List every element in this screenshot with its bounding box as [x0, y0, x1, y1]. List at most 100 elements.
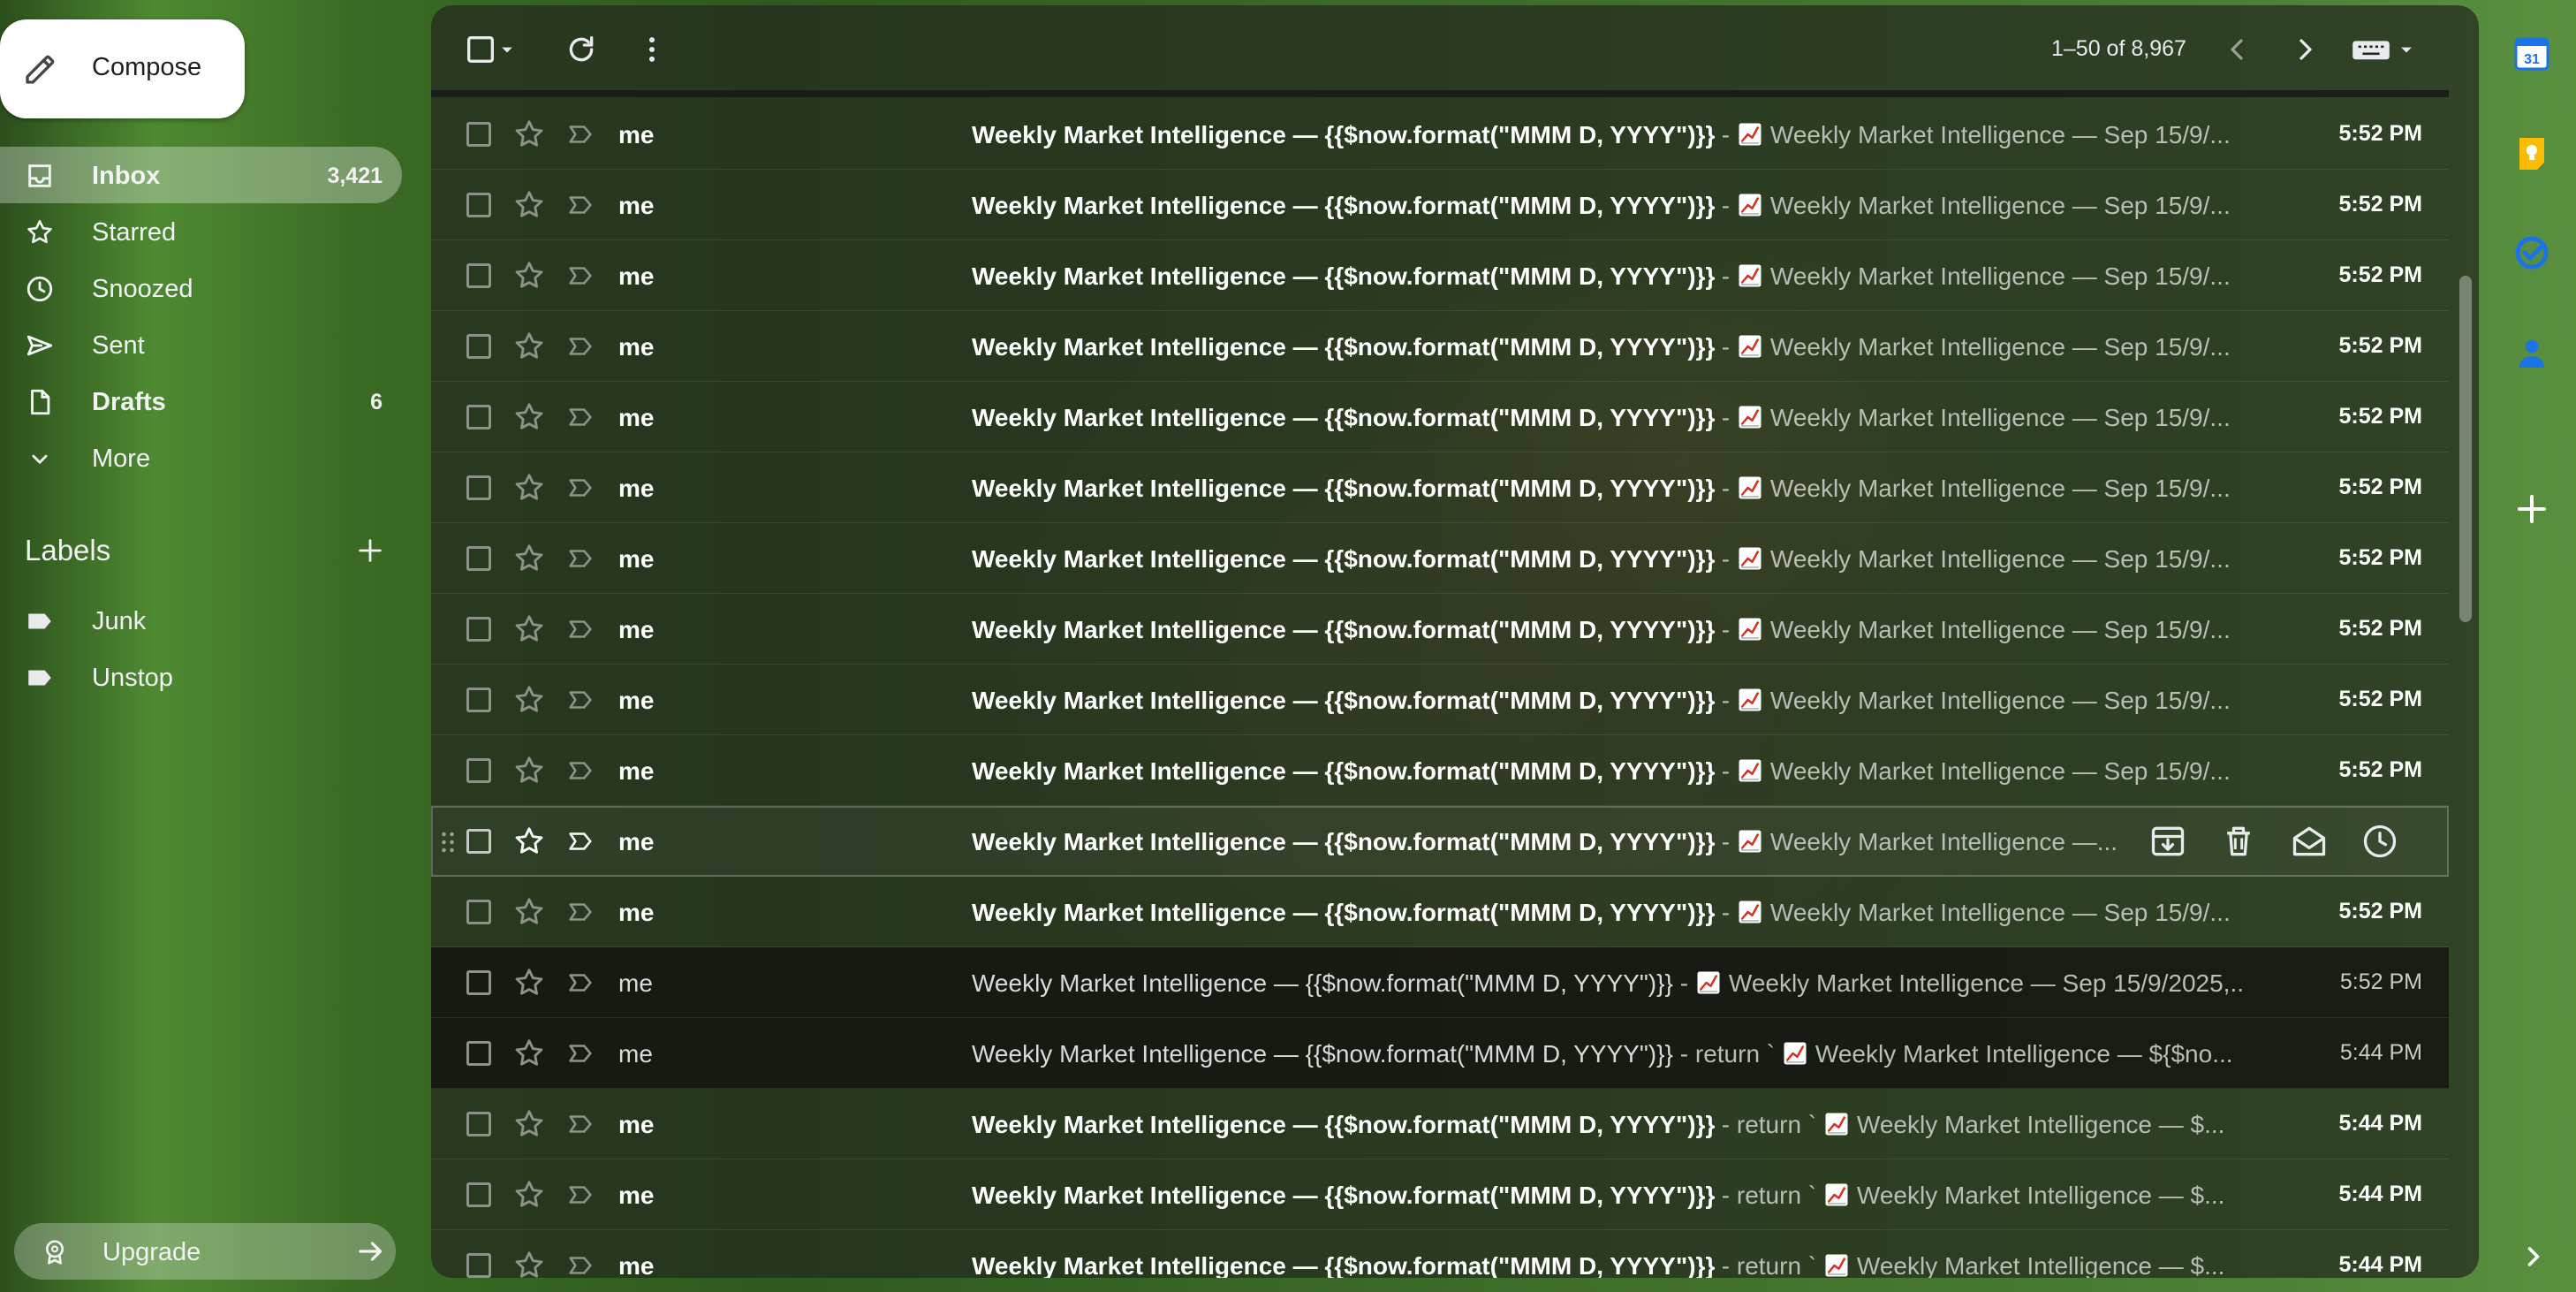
sidebar-label-junk[interactable]: Junk: [0, 592, 402, 649]
important-marker-icon[interactable]: [565, 119, 595, 149]
calendar-icon[interactable]: 31: [2511, 32, 2553, 74]
row-checkbox[interactable]: [466, 334, 491, 359]
important-marker-icon[interactable]: [565, 190, 595, 220]
important-marker-icon[interactable]: [565, 897, 595, 927]
important-marker-icon[interactable]: [565, 261, 595, 291]
row-checkbox[interactable]: [466, 1112, 491, 1136]
sidebar-label-unstop[interactable]: Unstop: [0, 649, 402, 705]
email-row[interactable]: me Weekly Market Intelligence — {{$now.fo…: [431, 523, 2449, 594]
mark-read-icon[interactable]: [2290, 822, 2329, 861]
chevron-right-icon[interactable]: [2288, 32, 2323, 67]
email-row[interactable]: me Weekly Market Intelligence — {{$now.fo…: [431, 947, 2449, 1018]
row-checkbox[interactable]: [466, 546, 491, 571]
star-icon[interactable]: [512, 188, 546, 222]
delete-icon[interactable]: [2219, 822, 2258, 861]
email-row[interactable]: me Weekly Market Intelligence — {{$now.fo…: [431, 452, 2449, 523]
row-checkbox[interactable]: [466, 1182, 491, 1207]
important-marker-icon[interactable]: [565, 402, 595, 432]
important-marker-icon[interactable]: [565, 614, 595, 644]
star-icon[interactable]: [512, 330, 546, 363]
star-icon[interactable]: [512, 259, 546, 293]
important-marker-icon[interactable]: [565, 968, 595, 998]
email-row[interactable]: me Weekly Market Intelligence — {{$now.fo…: [431, 1230, 2449, 1278]
star-icon[interactable]: [512, 471, 546, 505]
star-icon[interactable]: [512, 118, 546, 151]
email-row[interactable]: me Weekly Market Intelligence — {{$now.fo…: [431, 1089, 2449, 1159]
important-marker-icon[interactable]: [565, 826, 595, 856]
badge-icon: [46, 1240, 64, 1265]
email-row[interactable]: me Weekly Market Intelligence — {{$now.fo…: [431, 1018, 2449, 1089]
important-marker-icon[interactable]: [565, 1180, 595, 1210]
row-checkbox[interactable]: [466, 122, 491, 147]
sidebar-item-sent[interactable]: Sent: [0, 316, 402, 373]
email-row[interactable]: me Weekly Market Intelligence — {{$now.fo…: [431, 1159, 2449, 1230]
email-row[interactable]: me Weekly Market Intelligence — {{$now.fo…: [431, 594, 2449, 665]
star-icon[interactable]: [512, 683, 546, 717]
snooze-icon[interactable]: [2360, 822, 2399, 861]
row-checkbox[interactable]: [466, 475, 491, 500]
sidebar-item-snoozed[interactable]: Snoozed: [0, 260, 402, 316]
row-checkbox[interactable]: [466, 1253, 491, 1278]
email-row[interactable]: me Weekly Market Intelligence — {{$now.fo…: [431, 99, 2449, 170]
contacts-icon[interactable]: [2511, 332, 2553, 375]
upgrade-button[interactable]: Upgrade: [14, 1223, 396, 1280]
row-checkbox[interactable]: [466, 688, 491, 712]
important-marker-icon[interactable]: [565, 331, 595, 361]
email-row[interactable]: me Weekly Market Intelligence — {{$now.fo…: [431, 240, 2449, 311]
star-icon[interactable]: [512, 1249, 546, 1278]
important-marker-icon[interactable]: [565, 1038, 595, 1068]
important-marker-icon[interactable]: [565, 1250, 595, 1278]
more-vert-icon[interactable]: [634, 32, 670, 67]
star-icon[interactable]: [512, 1107, 546, 1141]
star-icon[interactable]: [512, 400, 546, 434]
sidebar-item-drafts[interactable]: Drafts 6: [0, 373, 402, 429]
archive-icon[interactable]: [2148, 822, 2187, 861]
sidebar-item-more[interactable]: More: [0, 429, 402, 486]
keyboard-dropdown-icon[interactable]: [2394, 32, 2419, 67]
star-icon[interactable]: [512, 825, 546, 858]
row-checkbox[interactable]: [466, 829, 491, 854]
add-icon[interactable]: [2511, 488, 2553, 530]
row-checkbox[interactable]: [466, 758, 491, 783]
drag-handle-icon[interactable]: [440, 829, 456, 855]
email-row[interactable]: me Weekly Market Intelligence — {{$now.fo…: [431, 311, 2449, 382]
row-checkbox[interactable]: [466, 900, 491, 924]
star-icon[interactable]: [512, 612, 546, 646]
tasks-icon[interactable]: [2511, 232, 2553, 274]
important-marker-icon[interactable]: [565, 473, 595, 503]
keep-icon[interactable]: [2511, 133, 2553, 175]
chevron-right-icon[interactable]: [2518, 1241, 2549, 1273]
star-icon[interactable]: [512, 1037, 546, 1070]
keyboard-icon[interactable]: [2350, 32, 2392, 67]
select-all-checkbox[interactable]: [463, 32, 498, 67]
important-marker-icon[interactable]: [565, 756, 595, 786]
important-marker-icon[interactable]: [565, 543, 595, 574]
add-label-icon[interactable]: [355, 536, 385, 566]
row-checkbox[interactable]: [466, 1041, 491, 1066]
select-dropdown-icon[interactable]: [495, 32, 519, 67]
sidebar-item-starred[interactable]: Starred: [0, 203, 402, 260]
row-checkbox[interactable]: [466, 193, 491, 217]
important-marker-icon[interactable]: [565, 1109, 595, 1139]
email-row[interactable]: me Weekly Market Intelligence — {{$now.fo…: [431, 665, 2449, 735]
star-icon[interactable]: [512, 895, 546, 929]
email-row[interactable]: me Weekly Market Intelligence — {{$now.fo…: [431, 170, 2449, 240]
important-marker-icon[interactable]: [565, 685, 595, 715]
row-checkbox[interactable]: [466, 617, 491, 642]
refresh-icon[interactable]: [564, 32, 599, 67]
scrollbar-thumb[interactable]: [2459, 276, 2472, 622]
compose-button[interactable]: Compose: [0, 19, 245, 118]
email-row[interactable]: me Weekly Market Intelligence — {{$now.fo…: [431, 382, 2449, 452]
row-checkbox[interactable]: [466, 263, 491, 288]
star-icon[interactable]: [512, 1178, 546, 1212]
star-icon[interactable]: [512, 754, 546, 787]
star-icon[interactable]: [512, 966, 546, 999]
star-icon[interactable]: [512, 542, 546, 575]
email-row[interactable]: me Weekly Market Intelligence — {{$now.fo…: [431, 877, 2449, 947]
sidebar-item-inbox[interactable]: Inbox 3,421: [0, 147, 402, 203]
chevron-left-icon[interactable]: [2219, 32, 2254, 67]
email-row[interactable]: me Weekly Market Intelligence — {{$now.fo…: [431, 806, 2449, 877]
row-checkbox[interactable]: [466, 405, 491, 429]
row-checkbox[interactable]: [466, 970, 491, 995]
email-row[interactable]: me Weekly Market Intelligence — {{$now.fo…: [431, 735, 2449, 806]
